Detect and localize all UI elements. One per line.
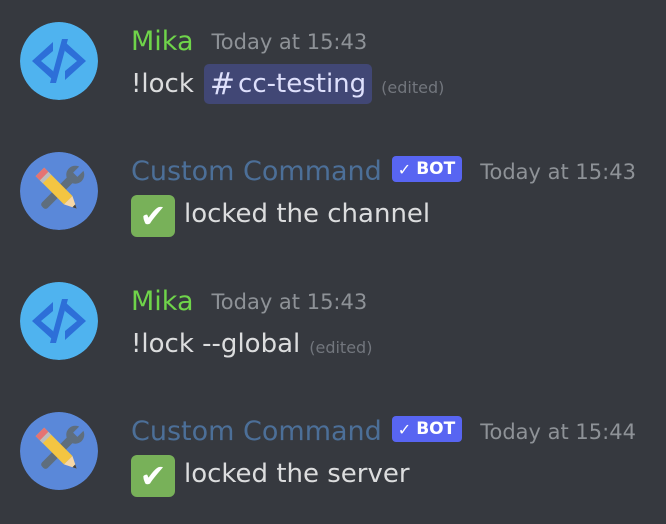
- message-item: Mika Today at 15:43 !lock --global (edit…: [0, 260, 666, 380]
- message-text: !lock --global: [131, 329, 301, 359]
- message-text: locked the server: [184, 459, 410, 489]
- message-content: ✔ locked the server: [131, 454, 410, 497]
- bot-badge-label: BOT: [416, 419, 456, 439]
- edited-label: (edited): [309, 337, 373, 357]
- pencil-wrench-icon[interactable]: [20, 152, 98, 230]
- message-item: Custom Command ✓ BOT Today at 15:43 ✔ lo…: [0, 130, 666, 250]
- timestamp[interactable]: Today at 15:44: [480, 414, 636, 450]
- check-icon: ✓: [397, 159, 412, 179]
- message-header: Custom Command ✓ BOT Today at 15:44: [131, 414, 636, 450]
- message-item: Mika Today at 15:43 !lock # cc-testing (…: [0, 0, 666, 120]
- message-content: !lock # cc-testing (edited): [131, 64, 444, 104]
- code-brackets-icon[interactable]: [20, 22, 98, 100]
- message-header: Mika Today at 15:43: [131, 24, 367, 60]
- message-text: locked the channel: [184, 199, 431, 229]
- channel-mention-label: cc-testing: [238, 69, 367, 99]
- channel-mention[interactable]: # cc-testing: [203, 64, 373, 104]
- message-header: Mika Today at 15:43: [131, 284, 367, 320]
- message-content: ✔ locked the channel: [131, 194, 431, 237]
- username[interactable]: Custom Command: [131, 154, 382, 190]
- timestamp[interactable]: Today at 15:43: [480, 154, 636, 190]
- message-header: Custom Command ✓ BOT Today at 15:43: [131, 154, 636, 190]
- timestamp[interactable]: Today at 15:43: [212, 284, 368, 320]
- message-content: !lock --global (edited): [131, 324, 372, 364]
- check-mark-emoji-icon: ✔: [131, 195, 175, 237]
- pencil-wrench-icon[interactable]: [20, 412, 98, 490]
- message-item: Custom Command ✓ BOT Today at 15:44 ✔ lo…: [0, 390, 666, 510]
- bot-badge-label: BOT: [416, 159, 456, 179]
- bot-badge: ✓ BOT: [391, 416, 463, 442]
- message-text: !lock: [131, 69, 194, 99]
- check-icon: ✓: [397, 419, 412, 439]
- username[interactable]: Mika: [131, 284, 194, 320]
- check-mark-emoji-icon: ✔: [131, 455, 175, 497]
- bot-badge: ✓ BOT: [391, 156, 463, 182]
- username[interactable]: Custom Command: [131, 414, 382, 450]
- code-brackets-icon[interactable]: [20, 282, 98, 360]
- hash-icon: #: [209, 66, 236, 102]
- chat-message-list: Mika Today at 15:43 !lock # cc-testing (…: [0, 0, 666, 524]
- edited-label: (edited): [381, 77, 445, 97]
- username[interactable]: Mika: [131, 24, 194, 60]
- timestamp[interactable]: Today at 15:43: [212, 24, 368, 60]
